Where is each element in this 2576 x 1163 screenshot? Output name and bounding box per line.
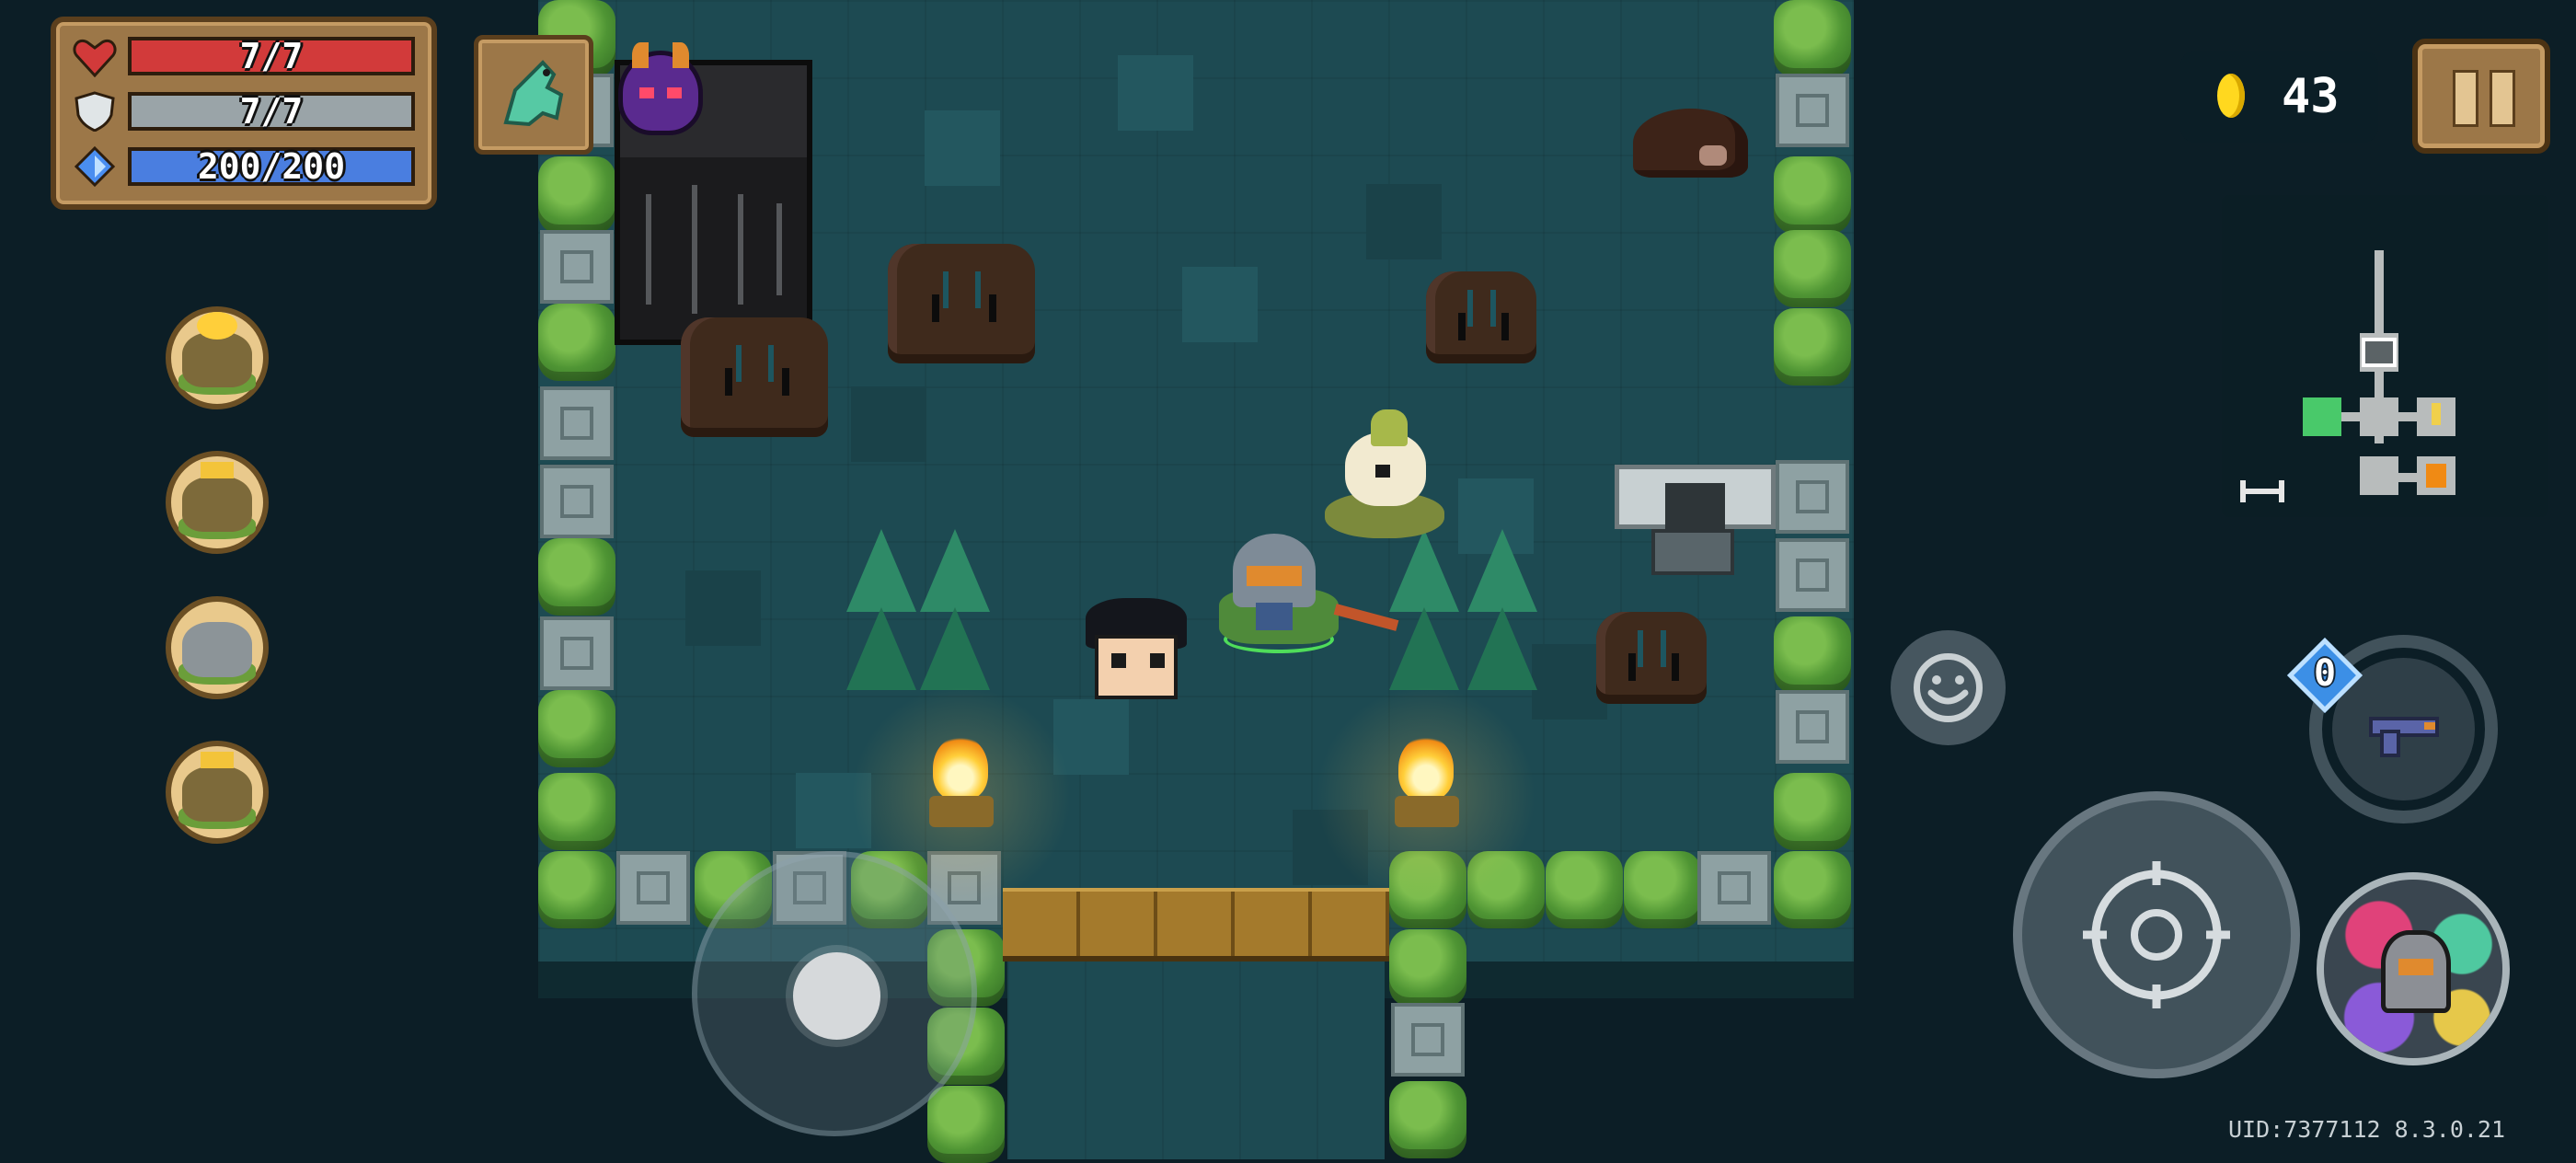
purple-demon-helmet-icon: [618, 42, 703, 135]
tree-stump-enemy[interactable]: [1596, 612, 1707, 704]
center-room: [2360, 397, 2398, 436]
crowned-pet-medal[interactable]: [166, 451, 269, 554]
gold-counter: 43: [2180, 51, 2378, 143]
flame-crown-pet-medal[interactable]: [166, 306, 269, 409]
tree-stump-enemy[interactable]: [888, 244, 1035, 363]
diamond-icon: [74, 146, 116, 187]
weapon-chest-base: [1651, 529, 1734, 575]
heart-icon: [73, 40, 117, 77]
shield-icon: [75, 91, 115, 132]
skill-button[interactable]: [2317, 872, 2510, 1065]
pause-icon: [2490, 70, 2515, 127]
treasure-marker: [2426, 464, 2446, 488]
character-skill-icon: [2381, 930, 2451, 1013]
crosshair-icon: [2083, 861, 2230, 1008]
health-bar: 7/7: [128, 36, 415, 76]
emote-button[interactable]: [1891, 630, 2006, 745]
minimap[interactable]: [2222, 195, 2548, 517]
joystick-knob[interactable]: [793, 952, 880, 1040]
helmet-pet-medal[interactable]: [166, 596, 269, 699]
stats-panel: 7/7 7/7 200/200: [51, 17, 437, 210]
tree-stump-enemy[interactable]: [1426, 271, 1536, 363]
boar-enemy[interactable]: [1633, 109, 1748, 178]
boss-room: [2360, 456, 2398, 495]
attack-button[interactable]: [2013, 791, 2300, 1078]
weapon-chest[interactable]: [1615, 465, 1776, 529]
gold-count: 43: [2282, 69, 2340, 124]
wooden-bridge: [1003, 888, 1389, 961]
uid-version-label: UID:7377112 8.3.0.21: [2228, 1116, 2506, 1143]
armor-value: 7/7: [239, 91, 304, 132]
right-wall: [1774, 0, 1851, 966]
portal-room-marker: [2362, 338, 2397, 367]
gold-coin-icon: [2217, 74, 2245, 118]
alert-marker: [2432, 403, 2441, 425]
pause-icon: [2453, 70, 2478, 127]
smiley-face-icon: [1914, 653, 1983, 722]
health-value: 7/7: [239, 36, 304, 76]
pause-button[interactable]: [2412, 39, 2550, 154]
star-crown-pet-medal[interactable]: [166, 741, 269, 844]
green-dragon-pet-icon[interactable]: [474, 35, 593, 155]
armor-bar: 7/7: [128, 91, 415, 132]
energy-cost-value: 0: [2313, 652, 2337, 695]
energy-value: 200/200: [197, 146, 346, 187]
energy-bar: 200/200: [128, 146, 415, 187]
minimap-gate-icon: [2240, 480, 2284, 502]
start-room: [2303, 397, 2341, 436]
south-corridor: [1007, 957, 1385, 1159]
tree-stump-enemy[interactable]: [681, 317, 828, 437]
